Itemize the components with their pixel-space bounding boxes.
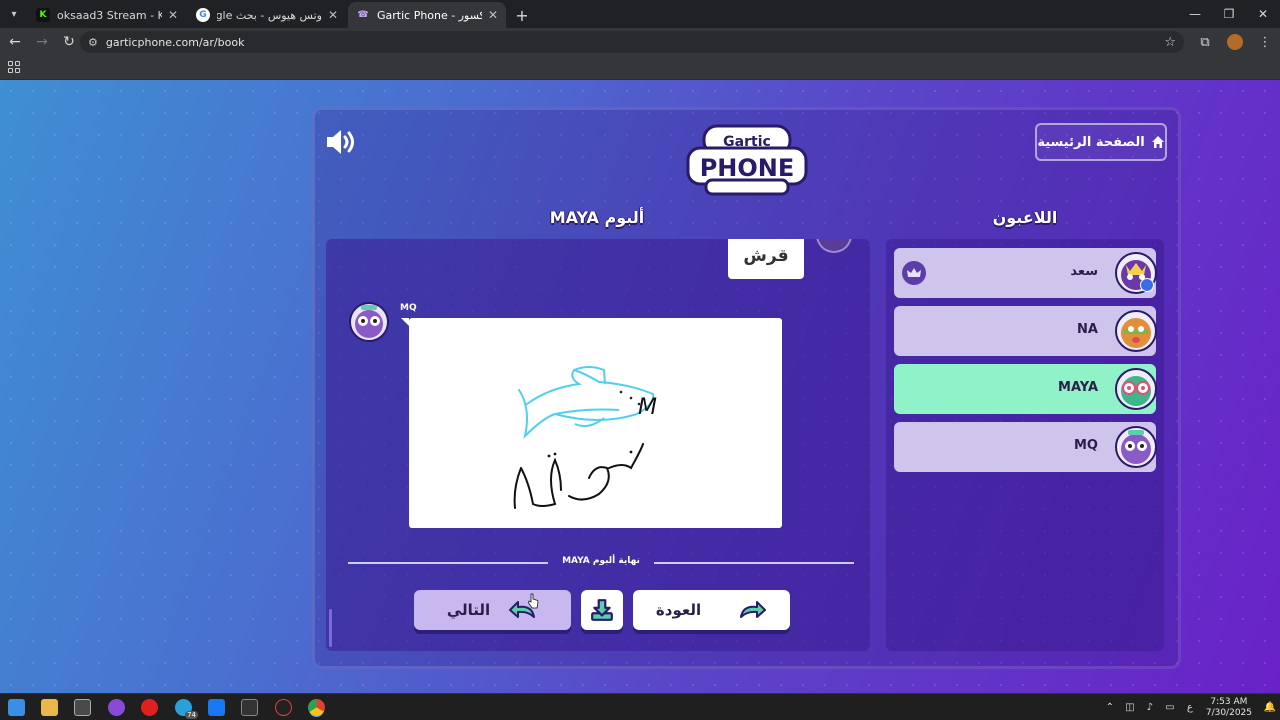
tab-google-search[interactable]: G وتس هيوس - بحث Google ✕ [188,2,346,28]
back-button[interactable]: العودة [633,590,790,630]
messenger-app-icon[interactable] [108,699,125,716]
menu-dots-icon[interactable]: ⋮ [1250,35,1280,50]
clock-date: 7/30/2025 [1205,707,1252,718]
reload-icon[interactable]: ↻ [57,30,81,54]
restore-icon[interactable]: ❐ [1212,0,1246,28]
next-button[interactable]: التالي [414,590,571,630]
shark-drawing: M [513,366,657,509]
tab-title: Gartic Phone - الهاتف المكسور [377,8,482,22]
telegram-badge: 74 [185,711,198,719]
facebook-icon[interactable] [208,699,225,716]
crown-icon [902,261,926,285]
profile-avatar[interactable] [1227,34,1243,50]
player-row[interactable]: NA [894,306,1157,356]
divider-line [348,562,548,564]
epic-games-icon[interactable] [241,699,258,716]
gartic-favicon-icon: ☎ [357,10,369,20]
telegram-icon[interactable]: 74 [175,699,198,719]
chrome-icon[interactable] [308,699,325,716]
end-of-album-divider: نهاية ألبوم MAYA [348,556,854,568]
tab-kick-dashboard[interactable]: K oksaad3 Stream - Kick Dashboard ✕ [28,2,186,28]
tab-gartic-phone[interactable]: ☎ Gartic Phone - الهاتف المكسور ✕ [348,2,506,28]
new-tab-button[interactable]: + [508,2,536,28]
mq-avatar [349,302,389,342]
close-icon[interactable]: ✕ [488,8,498,22]
close-window-icon[interactable]: ✕ [1246,0,1280,28]
tray-chevron-icon[interactable]: ⌃ [1103,702,1117,713]
player-name: NA [1077,322,1098,337]
windows-taskbar: 74 ⌃ ◫ ♪ ▭ ع 7:53 AM 7/30/2025 🔔 [0,693,1280,720]
input-language[interactable]: ع [1183,702,1197,713]
player-row-active[interactable]: MAYA [894,364,1157,414]
player-avatar [1115,368,1157,410]
toolbar-right: ⧉ ⋮ [1190,28,1280,56]
previous-answer-bubble: قرش [728,239,804,279]
download-button[interactable] [581,590,623,630]
player-row[interactable]: سعد [894,248,1157,298]
riot-app-icon[interactable] [275,699,292,716]
windows-start-icon[interactable] [8,699,25,716]
forward-arrow-icon[interactable]: → [30,30,54,54]
notification-bell-icon[interactable]: 🔔 [1263,702,1277,713]
tab-strip: ▾ K oksaad3 Stream - Kick Dashboard ✕ G … [0,0,1280,28]
extensions-icon[interactable]: ⧉ [1190,35,1220,50]
tab-title: وتس هيوس - بحث Google [217,8,322,22]
download-icon [591,599,613,621]
game-page: Gartic PHONE الصفحة الرئيسية ألبوم MAYA … [0,80,1280,693]
tab-title: oksaad3 Stream - Kick Dashboard [57,8,162,22]
url-text: garticphone.com/ar/book [105,35,245,49]
logo-gartic-text: Gartic [723,134,771,150]
player-avatar [1115,426,1157,468]
hand-cursor-icon [528,593,539,609]
host-user-icon [1140,278,1154,292]
apps-grid-icon[interactable] [8,61,20,73]
player-name: سعد [1070,264,1098,279]
step-player-name: MQ [400,303,417,313]
gartic-phone-logo: Gartic PHONE [686,124,808,196]
network-icon[interactable]: ◫ [1123,702,1137,713]
kick-favicon-icon: K [36,8,50,22]
store-icon[interactable] [74,699,91,716]
system-tray: ⌃ ◫ ♪ ▭ ع 7:53 AM 7/30/2025 🔔 [1100,694,1280,720]
home-button-label: الصفحة الرئيسية [1037,134,1145,150]
site-info-icon[interactable]: ⚙ [88,36,98,49]
player-name: MAYA [1058,380,1098,395]
drawing-card: M [401,318,782,528]
google-favicon-icon: G [196,8,210,22]
album-scrollbar[interactable] [329,609,332,647]
bookmarks-bar [0,56,1280,80]
player-row[interactable]: MQ [894,422,1157,472]
close-icon[interactable]: ✕ [168,8,178,22]
browser-toolbar: ← → ↻ ⚙ garticphone.com/ar/book ☆ ⧉ ⋮ [0,28,1280,56]
minimize-icon[interactable]: — [1178,0,1212,28]
players-title: اللاعبون [992,208,1058,227]
volume-icon[interactable]: ♪ [1143,702,1157,713]
logo-phone-text: PHONE [700,154,795,182]
player-name: MQ [1074,438,1098,453]
clock[interactable]: 7:53 AM 7/30/2025 [1206,697,1252,719]
end-of-album-text: نهاية ألبوم MAYA [562,556,640,566]
back-button-label: العودة [655,601,702,619]
youtube-icon[interactable] [141,699,158,716]
address-bar[interactable]: ⚙ garticphone.com/ar/book ☆ [80,31,1184,53]
close-icon[interactable]: ✕ [328,8,338,22]
battery-icon[interactable]: ▭ [1163,702,1177,713]
divider-line [654,562,854,564]
back-arrow-icon[interactable]: ← [3,30,27,54]
album-title: ألبوم MAYA [549,208,645,227]
player-avatar [1115,310,1157,352]
home-icon [1151,136,1164,148]
back-arrow-icon [740,601,767,618]
window-controls: — ❐ ✕ [1178,0,1280,28]
speaker-icon[interactable] [325,128,357,156]
tab-search-icon[interactable]: ▾ [0,0,28,28]
bookmark-star-icon[interactable]: ☆ [1164,35,1176,50]
next-button-label: التالي [446,601,491,619]
drawing-letter: M [638,395,657,420]
file-explorer-icon[interactable] [41,699,58,716]
home-button[interactable]: الصفحة الرئيسية [1035,123,1167,161]
clock-time: 7:53 AM [1210,696,1248,707]
previous-player-avatar [816,239,852,253]
